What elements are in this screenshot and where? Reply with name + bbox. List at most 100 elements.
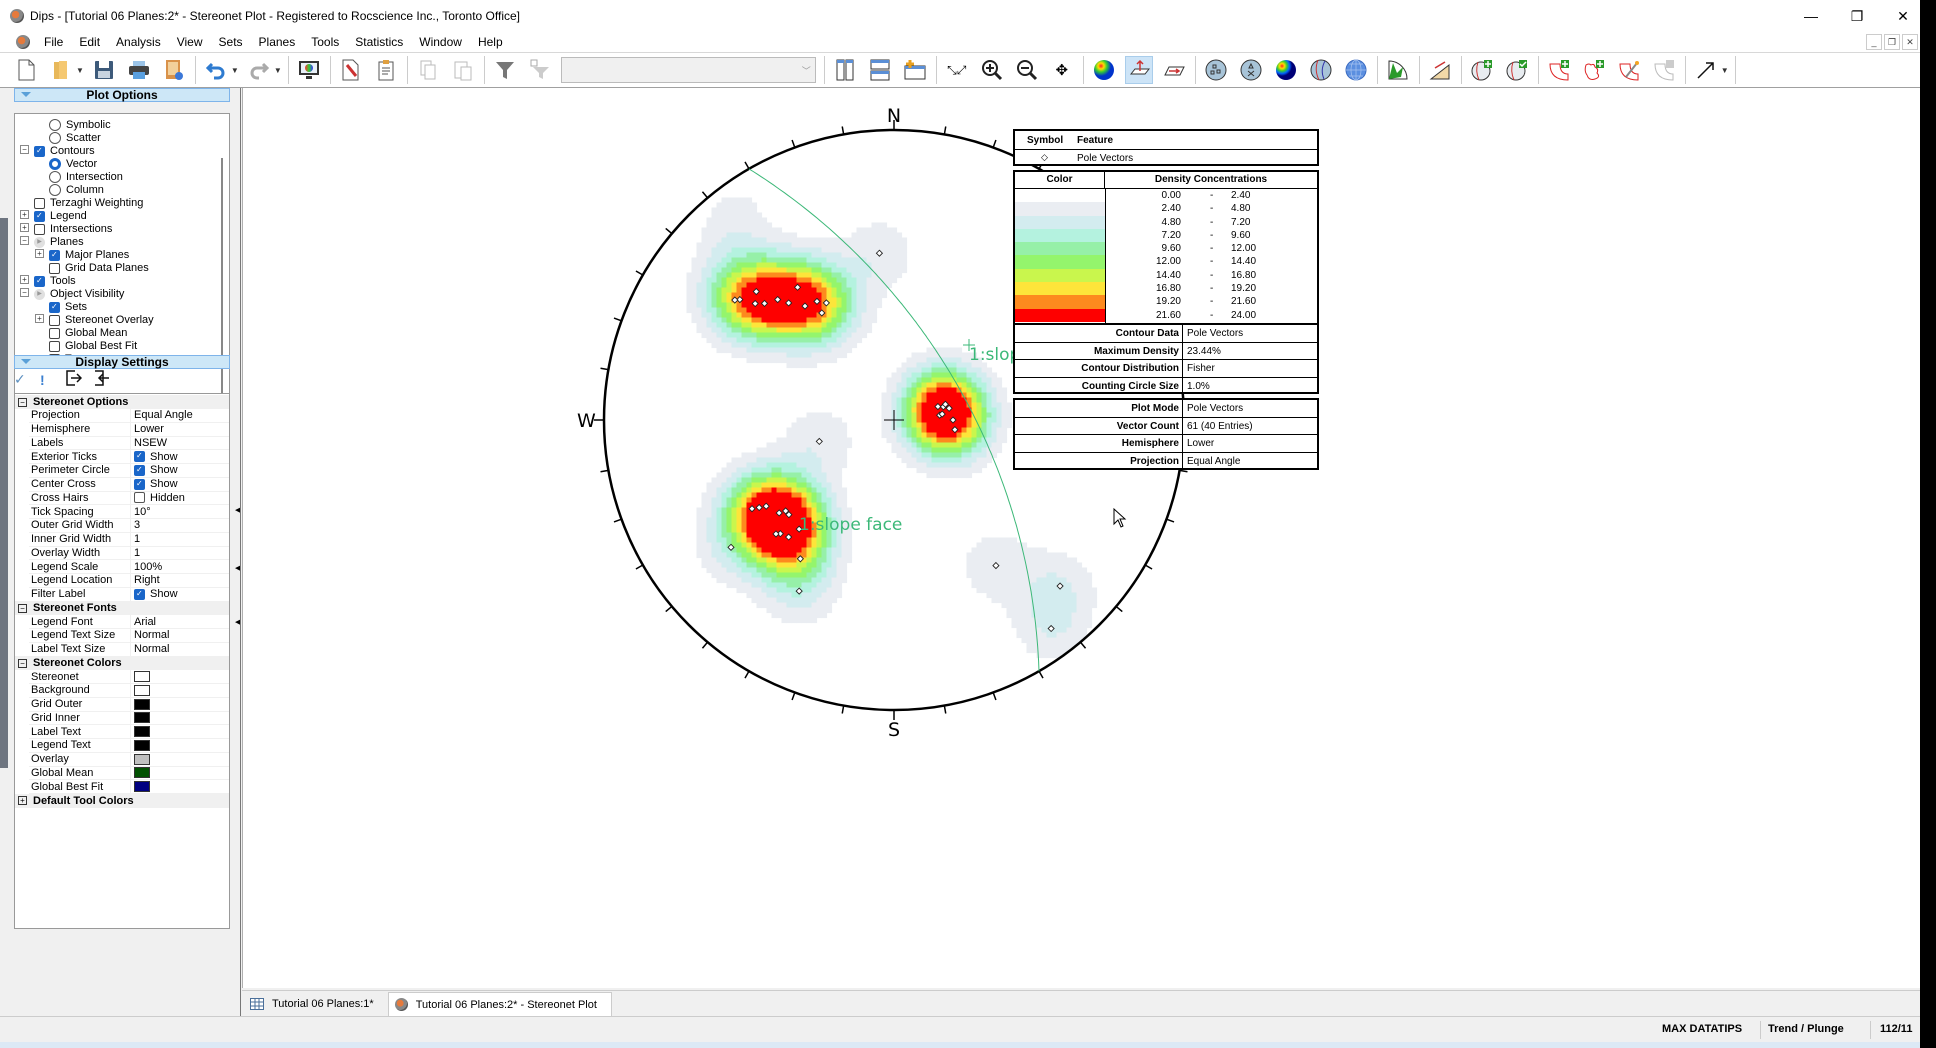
tile-vertical-button[interactable] [831,56,859,84]
setting-grid-inner[interactable]: Grid Inner [29,710,229,726]
checkbox[interactable] [49,301,60,313]
menu-window[interactable]: Window [411,35,470,49]
setting-label-text[interactable]: Label Text [29,724,229,739]
setting-value[interactable]: Equal Angle [131,409,193,421]
stereonet-plot-area[interactable]: 1:slope face 1:slope face N S E W Symbol… [242,88,1920,988]
color-swatch[interactable] [134,671,150,682]
color-swatch[interactable] [134,781,150,792]
collapse-node-icon[interactable]: − [20,145,29,154]
setting-value[interactable] [131,684,150,696]
add-curved-window-button[interactable] [1580,56,1608,84]
setting-perimeter-circle[interactable]: Perimeter CircleShow [29,463,229,478]
setting-value[interactable] [131,781,150,792]
arrow-tool-dropdown-icon[interactable]: ▼ [1721,66,1729,75]
restore-button[interactable]: ❐ [1834,0,1880,32]
setting-value[interactable]: Show [131,451,178,463]
undo-button[interactable] [202,56,230,84]
expand-node-icon[interactable]: + [20,210,29,219]
zoom-out-button[interactable] [1013,56,1041,84]
print-button[interactable] [125,56,153,84]
major-planes-button[interactable] [1307,56,1335,84]
checkbox[interactable] [134,588,145,600]
setting-value[interactable]: Arial [131,616,156,628]
color-swatch[interactable] [134,698,150,710]
setting-value[interactable] [131,767,150,779]
warning-icon[interactable]: ! [40,372,56,388]
contour-sphere-button[interactable] [1272,56,1300,84]
checkbox[interactable] [34,275,45,287]
checkbox[interactable] [49,249,60,261]
expand-category-icon[interactable]: + [18,796,27,806]
filter-list-button[interactable] [526,56,554,84]
setting-value[interactable]: Normal [131,629,169,641]
checkbox[interactable] [34,197,45,209]
color-swatch[interactable] [134,739,150,751]
setting-global-best-fit[interactable]: Global Best Fit [29,779,229,794]
collapse-node-icon[interactable]: − [20,288,29,297]
setting-stereonet[interactable]: Stereonet [29,669,229,684]
collapsed-panel-tab[interactable] [0,218,8,768]
mdi-restore-button[interactable]: ❐ [1884,34,1900,50]
expand-node-icon[interactable]: + [35,314,44,323]
menu-view[interactable]: View [169,35,211,49]
apply-check-icon[interactable]: ✓ [14,371,30,388]
new-window-button[interactable] [901,56,929,84]
setting-background[interactable]: Background [29,683,229,698]
setting-label-text-size[interactable]: Label Text Size Normal [29,642,229,657]
open-dropdown-icon[interactable]: ▼ [76,66,84,75]
mdi-close-button[interactable]: ✕ [1902,34,1918,50]
expand-node-icon[interactable]: + [20,275,29,284]
zoom-in-button[interactable] [978,56,1006,84]
symbolic-plot-button[interactable] [1237,56,1265,84]
plane-label[interactable]: 1:slope face [799,515,902,535]
setting-outer-grid-width[interactable]: Outer Grid Width 3 [29,518,229,533]
export-icon[interactable] [66,370,84,389]
setting-hemisphere[interactable]: Hemisphere Lower [29,422,229,437]
setting-legend-font[interactable]: Legend Font Arial [29,614,229,629]
checkbox[interactable] [34,145,45,157]
checkbox[interactable] [49,314,60,326]
setting-value[interactable]: NSEW [131,437,167,449]
setting-value[interactable]: Show [131,464,178,476]
color-swatch[interactable] [134,753,150,765]
setting-overlay[interactable]: Overlay [29,752,229,767]
filter-button[interactable] [491,56,519,84]
setting-value[interactable] [131,671,150,682]
edit-data-button[interactable] [337,56,365,84]
setting-value[interactable] [131,698,150,710]
color-swatch[interactable] [134,684,150,696]
color-swatch[interactable] [134,726,150,737]
setting-cross-hairs[interactable]: Cross Hairs Hidden [29,490,229,506]
category-stereonet-options[interactable]: − Stereonet Options [15,395,229,409]
menu-analysis[interactable]: Analysis [108,35,169,49]
tile-horizontal-button[interactable] [866,56,894,84]
checkbox[interactable] [34,210,45,222]
setting-legend-scale[interactable]: Legend Scale 100% [29,559,229,574]
display-options-button[interactable] [295,56,323,84]
checkbox[interactable] [134,464,145,476]
collapse-category-icon[interactable]: − [18,658,27,668]
setting-filter-label[interactable]: Filter LabelShow [29,587,229,602]
setting-value[interactable] [131,739,150,751]
color-swatch[interactable] [134,767,150,779]
redo-button[interactable] [245,56,273,84]
paste-button[interactable] [449,56,477,84]
partial-state-icon[interactable]: ▶ [34,288,45,300]
setting-labels[interactable]: Labels NSEW [29,435,229,451]
checkbox[interactable] [134,478,145,490]
document-icon[interactable] [16,35,30,49]
color-swatch[interactable] [134,712,150,724]
filter-combo[interactable]: ﹀ [560,57,816,83]
partial-state-icon[interactable]: ▶ [34,236,45,248]
setting-global-mean[interactable]: Global Mean [29,765,229,781]
auto-sets-button[interactable] [1615,56,1643,84]
collapse-node-icon[interactable]: − [20,236,29,245]
setting-value[interactable]: Lower [131,423,164,435]
setting-value[interactable]: Show [131,478,178,490]
checkbox[interactable] [49,327,60,339]
save-button[interactable] [90,56,118,84]
setting-value[interactable]: Right [131,574,160,586]
setting-value[interactable]: Show [131,588,178,600]
menu-statistics[interactable]: Statistics [347,35,411,49]
menu-planes[interactable]: Planes [251,35,304,49]
